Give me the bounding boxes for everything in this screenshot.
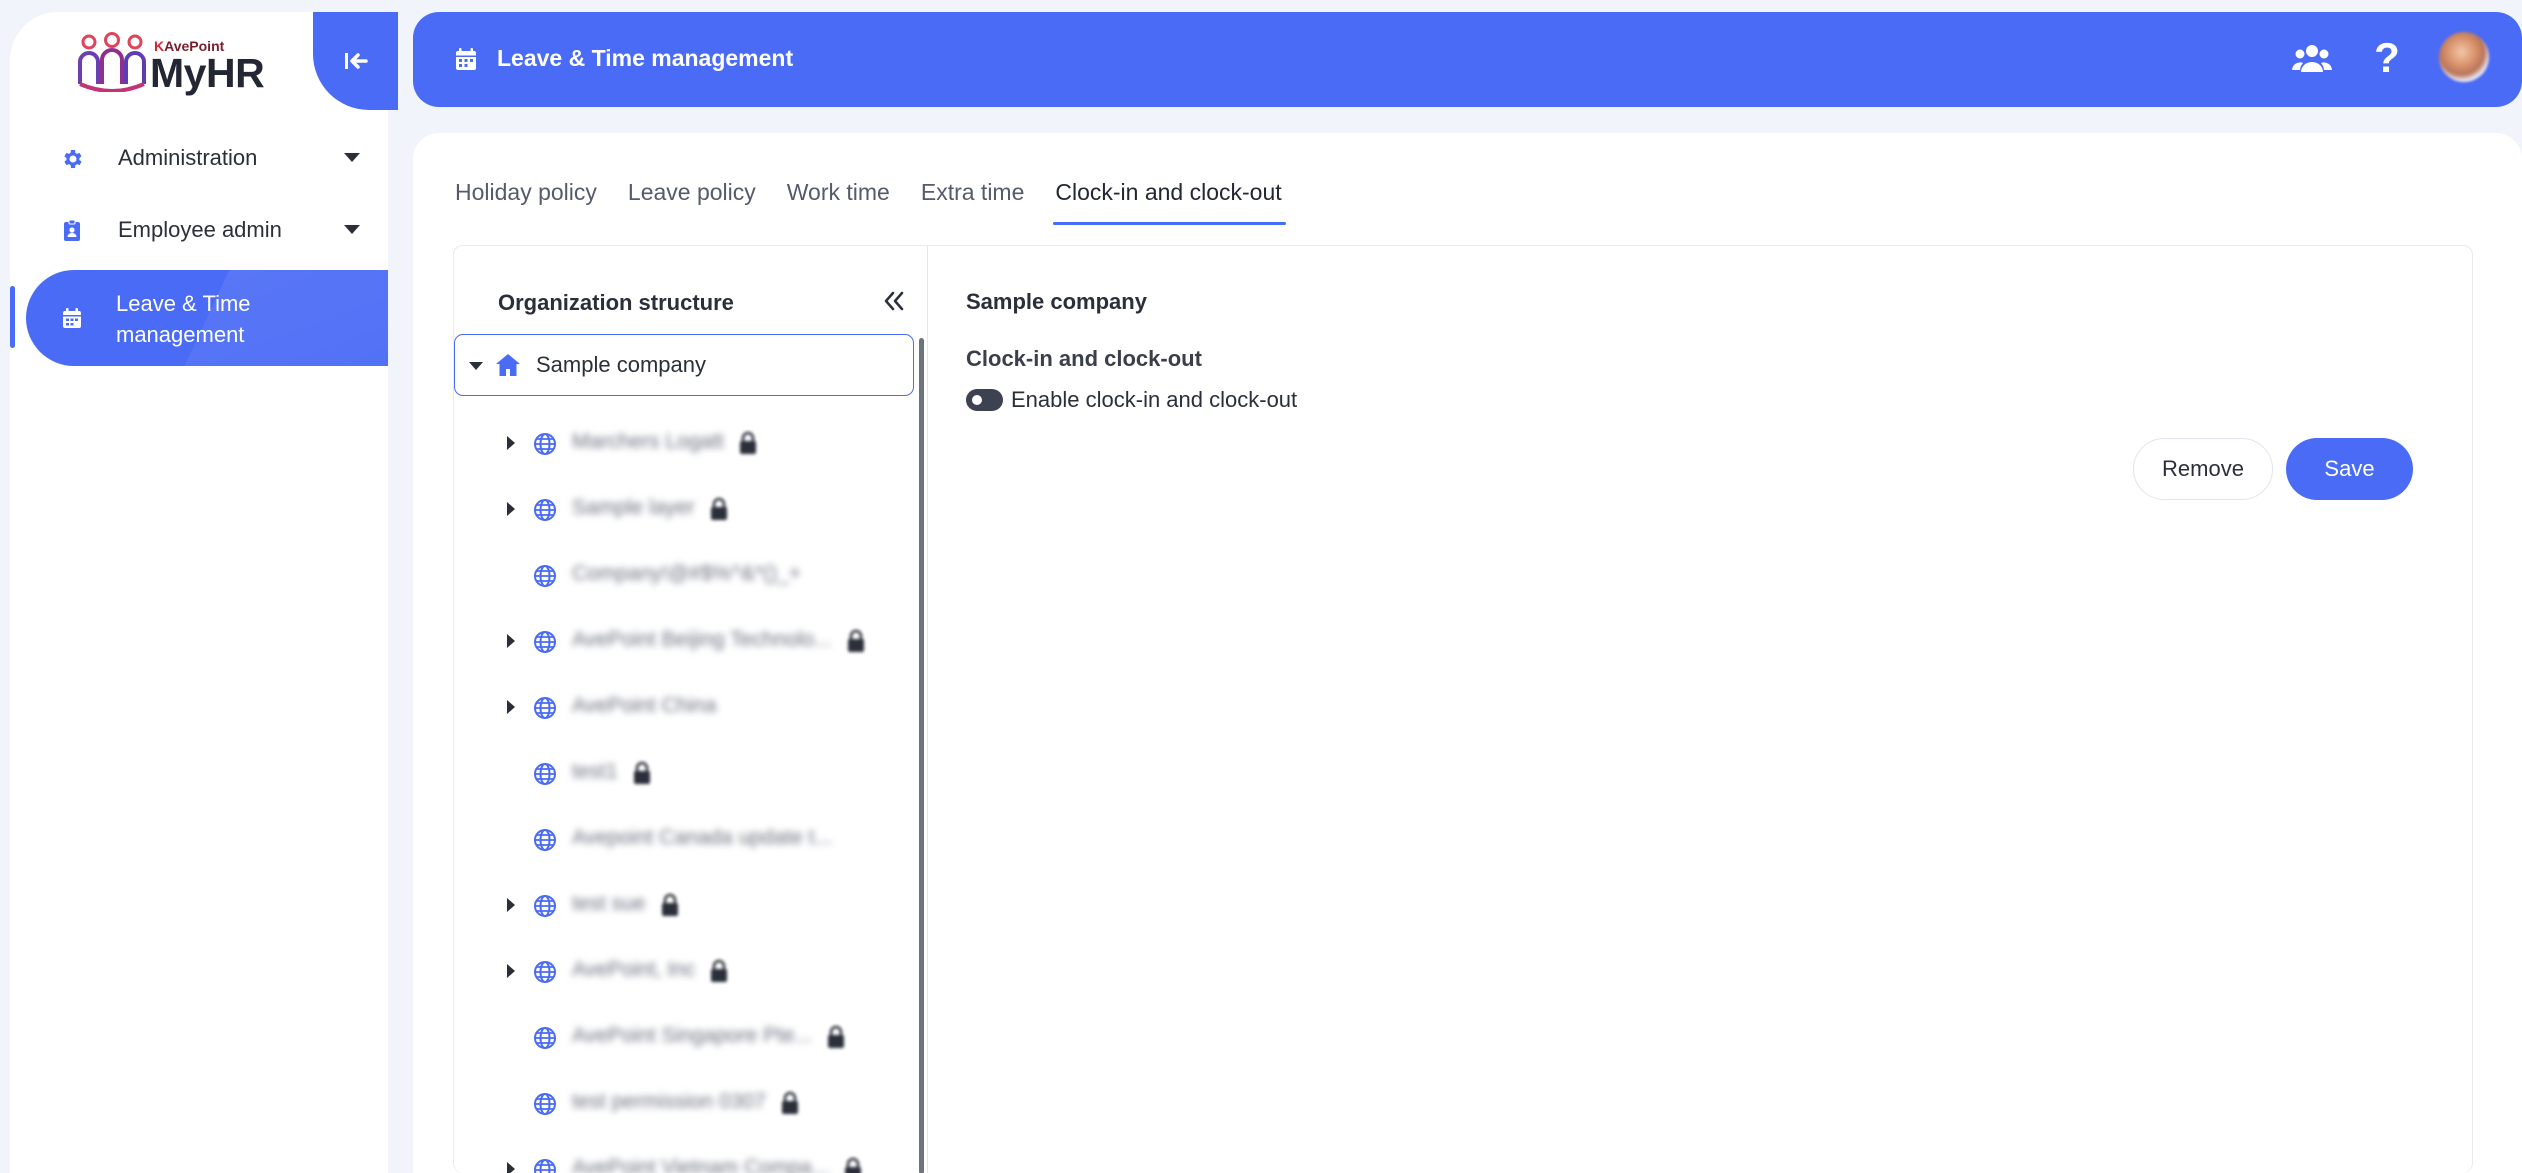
tree-node[interactable]: Marchers Logatt <box>454 416 914 472</box>
tab-leave-policy[interactable]: Leave policy <box>628 179 756 219</box>
sidebar-item-leave-time-management[interactable]: Leave & Time management <box>26 270 388 366</box>
main-content: Holiday policy Leave policy Work time Ex… <box>413 133 2522 1173</box>
chevron-right-icon[interactable] <box>507 436 515 450</box>
save-button[interactable]: Save <box>2286 438 2413 500</box>
tree-node[interactable]: test sue <box>454 878 914 934</box>
chevron-right-icon[interactable] <box>507 502 515 516</box>
tree-node[interactable]: test1 <box>454 746 914 802</box>
lock-icon <box>846 629 866 653</box>
gear-icon <box>64 150 82 168</box>
myhr-logo-icon <box>78 32 146 92</box>
chevron-down-icon <box>344 225 360 234</box>
collapse-left-icon <box>344 53 368 69</box>
collapse-sidebar-button[interactable] <box>313 12 398 110</box>
sidebar-item-label: Leave & Time management <box>116 291 251 347</box>
tree-node-label: test sue <box>572 892 646 915</box>
globe-icon <box>533 498 557 522</box>
id-badge-icon <box>64 219 80 241</box>
globe-icon <box>533 630 557 654</box>
page-title: Leave & Time management <box>497 45 794 71</box>
lock-icon <box>709 959 729 983</box>
tree-node[interactable]: AvePoint Beijing Technolo... <box>454 614 914 670</box>
home-icon <box>496 354 520 376</box>
people-icon[interactable] <box>2292 42 2332 76</box>
tree-node-label: Marchers Logatt <box>572 430 724 453</box>
sidebar-item-label: Employee admin <box>118 217 282 242</box>
chevron-right-icon[interactable] <box>507 700 515 714</box>
chevron-right-icon[interactable] <box>507 634 515 648</box>
chevron-right-icon[interactable] <box>507 964 515 978</box>
chevron-right-icon[interactable] <box>507 1162 515 1173</box>
globe-icon <box>533 1092 557 1116</box>
tree-node-label: AvePoint Beijing Technolo... <box>572 628 832 651</box>
lock-icon <box>632 761 652 785</box>
organization-tree: Organization structure Sample company Ma… <box>454 246 928 1173</box>
tree-node-label: Company!@#$%^&*()_+ <box>572 562 802 585</box>
tree-node-label: AvePoint, Inc <box>572 958 696 981</box>
tree-node[interactable]: AvePoint Vietnam Compa... <box>454 1142 914 1173</box>
tree-node-label: test1 <box>572 760 618 783</box>
clock-in-toggle[interactable] <box>966 389 1003 411</box>
globe-icon <box>533 828 557 852</box>
tree-node-label: AvePoint Vietnam Compa... <box>572 1156 830 1173</box>
sidebar-item-administration[interactable]: Administration <box>26 127 388 189</box>
section-title: Clock-in and clock-out <box>966 346 1202 371</box>
product-name: MyHR <box>150 50 265 96</box>
sidebar: KAvePoint MyHR Administration Employee a… <box>10 12 398 1173</box>
tree-node-label: Avepoint Canada update t... <box>572 826 832 849</box>
top-header: Leave & Time management ? <box>413 12 2522 107</box>
lock-icon <box>843 1157 863 1173</box>
policy-tabs: Holiday policy Leave policy Work time Ex… <box>455 179 1313 225</box>
globe-icon <box>533 894 557 918</box>
chevron-right-icon[interactable] <box>507 898 515 912</box>
lock-icon <box>826 1025 846 1049</box>
tree-node[interactable]: test permission 0307 <box>454 1076 914 1132</box>
tree-node-label: AvePoint Singapore Pte... <box>572 1024 813 1047</box>
tree-node-label: AvePoint China <box>572 694 717 717</box>
toggle-label: Enable clock-in and clock-out <box>1011 387 1298 412</box>
sidebar-item-label: Administration <box>118 145 258 170</box>
tree-scrollbar[interactable] <box>919 338 924 1173</box>
lock-icon <box>780 1091 800 1115</box>
chevron-down-icon[interactable] <box>469 362 483 370</box>
help-icon[interactable]: ? <box>2371 34 2403 82</box>
tree-node-label: Sample layer <box>572 496 695 519</box>
globe-icon <box>533 696 557 720</box>
tree-node[interactable]: Sample layer <box>454 482 914 538</box>
avatar[interactable] <box>2439 32 2489 82</box>
active-indicator <box>10 286 15 348</box>
globe-icon <box>533 1158 557 1173</box>
tree-node[interactable]: AvePoint, Inc <box>454 944 914 1000</box>
globe-icon <box>533 960 557 984</box>
content-panel: Organization structure Sample company Ma… <box>453 245 2473 1173</box>
sidebar-item-employee-admin[interactable]: Employee admin <box>26 199 388 261</box>
globe-icon <box>533 564 557 588</box>
tree-title: Organization structure <box>498 290 734 315</box>
app-logo: KAvePoint MyHR <box>10 12 313 112</box>
lock-icon <box>738 431 758 455</box>
calendar-icon <box>456 48 476 70</box>
remove-button[interactable]: Remove <box>2133 438 2273 500</box>
tab-clock-in-and-clock-out[interactable]: Clock-in and clock-out <box>1053 179 1286 225</box>
lock-icon <box>660 893 680 917</box>
tree-node[interactable]: Company!@#$%^&*()_+ <box>454 548 914 604</box>
tree-node-label: test permission 0307 <box>572 1090 766 1113</box>
tree-node[interactable]: AvePoint China <box>454 680 914 736</box>
tree-node-root[interactable]: Sample company <box>454 334 914 396</box>
calendar-icon <box>63 308 81 328</box>
globe-icon <box>533 762 557 786</box>
chevron-down-icon <box>344 153 360 162</box>
globe-icon <box>533 1026 557 1050</box>
selected-company-title: Sample company <box>966 289 1147 314</box>
tree-node-label: Sample company <box>536 352 706 377</box>
double-chevron-left-icon[interactable] <box>881 288 907 314</box>
tab-extra-time[interactable]: Extra time <box>921 179 1025 219</box>
lock-icon <box>709 497 729 521</box>
tab-holiday-policy[interactable]: Holiday policy <box>455 179 597 219</box>
detail-pane: Sample company Clock-in and clock-out En… <box>928 246 2472 1173</box>
globe-icon <box>533 432 557 456</box>
tree-node[interactable]: AvePoint Singapore Pte... <box>454 1010 914 1066</box>
tree-node[interactable]: Avepoint Canada update t... <box>454 812 914 868</box>
tab-work-time[interactable]: Work time <box>787 179 890 219</box>
